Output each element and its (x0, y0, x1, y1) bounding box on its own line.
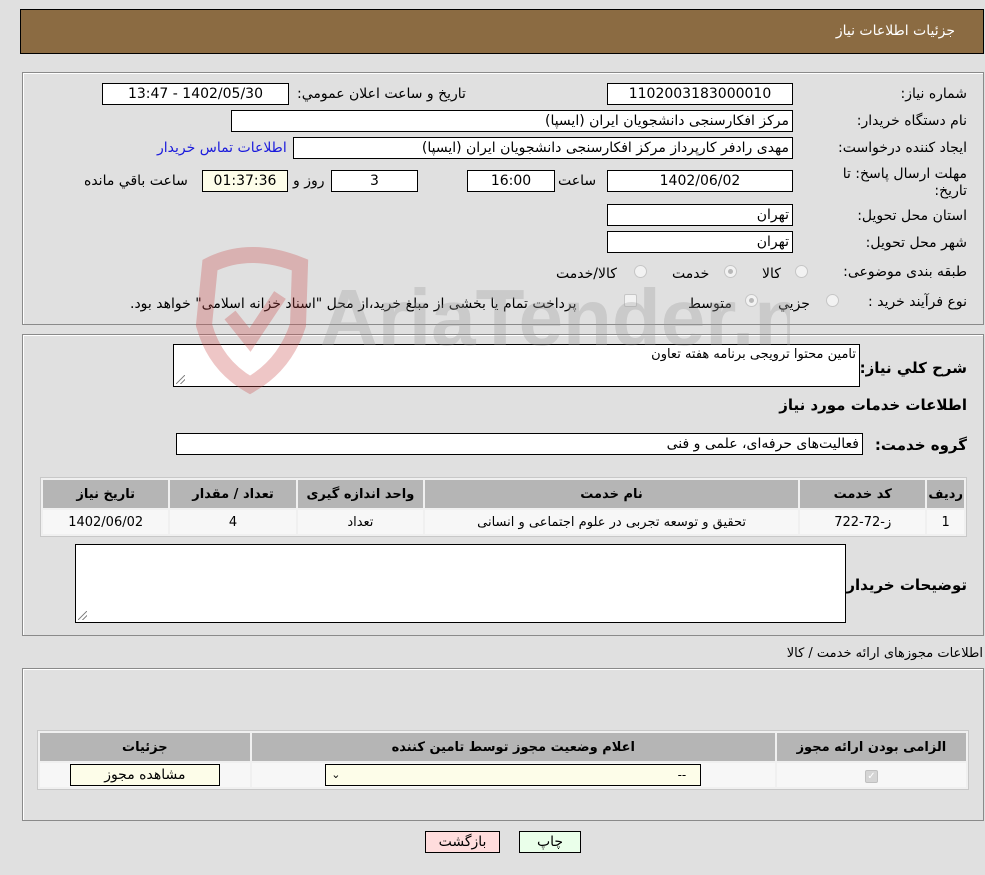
buyer-contact-link[interactable]: اطلاعات تماس خریدار (157, 140, 287, 156)
cell-quantity: 4 (170, 510, 296, 534)
col-need-date: تاریخ نیاز (43, 480, 169, 508)
deadline-date-field: 1402/06/02 (607, 170, 793, 192)
service-group-label: گروه خدمت: (874, 436, 967, 454)
col-unit: واحد اندازه گیری (297, 480, 424, 508)
remaining-time-field: 01:37:36 (202, 170, 288, 192)
services-table-header: ردیف کد خدمت نام خدمت واحد اندازه گیری ت… (43, 480, 964, 508)
permit-row: ✓ -- ⌄ مشاهده مجوز (40, 763, 966, 787)
province-field: تهران (607, 204, 793, 226)
col-service-code: کد خدمت (800, 480, 926, 508)
cell-permit-status: -- ⌄ (251, 763, 775, 787)
cell-unit: تعداد (297, 510, 424, 534)
buyer-org-field: مرکز افکارسنجی دانشجویان ایران (ایسپا) (231, 110, 793, 132)
category-option-goods: کالا (762, 266, 781, 282)
col-permit-required: الزامی بودن ارائه مجوز (776, 733, 966, 761)
process-option-minor: جزيي (778, 296, 810, 312)
deadline-label-2: تاریخ: (934, 183, 967, 199)
col-quantity: تعداد / مقدار (170, 480, 296, 508)
col-row: ردیف (927, 480, 964, 508)
city-label: شهر محل تحویل: (865, 235, 967, 251)
page-title: جزئیات اطلاعات نیاز (835, 23, 955, 39)
buyer-org-label: نام دستگاه خریدار: (856, 113, 967, 129)
resize-handle-icon[interactable] (176, 375, 185, 384)
process-label: نوع فرآیند خرید : (868, 294, 967, 310)
need-number-field: 1102003183000010 (607, 83, 793, 105)
back-button[interactable]: بازگشت (425, 831, 500, 853)
buyer-notes-textarea[interactable] (75, 544, 846, 623)
process-option-medium: متوسط (688, 296, 732, 312)
cell-need-date: 1402/06/02 (43, 510, 169, 534)
time-label: ساعت (558, 173, 597, 189)
permits-heading: اطلاعات مجوزهای ارائه خدمت / کالا (786, 646, 983, 661)
view-permit-button[interactable]: مشاهده مجوز (69, 764, 220, 786)
col-permit-status: اعلام وضعیت مجوز توسط تامین کننده (251, 733, 775, 761)
category-option-service: خدمت (672, 266, 710, 282)
treasury-checkbox-label: پرداخت تمام یا بخشی از مبلغ خرید،از محل … (130, 296, 577, 312)
description-label: شرح کلي نياز: (859, 359, 967, 377)
print-button[interactable]: چاپ (519, 831, 581, 853)
cell-service-code: ز-72-722 (800, 510, 926, 534)
permits-table: الزامی بودن ارائه مجوز اعلام وضعیت مجوز … (37, 730, 969, 790)
creator-field: مهدی رادفر کارپرداز مرکز افکارسنجی دانشج… (293, 137, 793, 159)
cell-permit-details: مشاهده مجوز (40, 763, 250, 787)
days-label: روز و (293, 173, 325, 189)
process-radio-minor[interactable] (826, 294, 839, 307)
province-label: استان محل تحویل: (857, 208, 967, 224)
category-radio-goods-service[interactable] (634, 265, 647, 278)
remaining-label: ساعت باقي مانده (84, 173, 188, 189)
category-radio-goods[interactable] (795, 265, 808, 278)
permit-required-checkbox: ✓ (864, 769, 878, 783)
page-header: جزئیات اطلاعات نیاز (20, 9, 984, 54)
announce-field: 1402/05/30 - 13:47 (102, 83, 289, 105)
days-field: 3 (331, 170, 418, 192)
description-textarea[interactable]: تامین محتوا ترویجی برنامه هفته تعاون (173, 344, 860, 387)
service-group-field: فعالیت‌های حرفه‌ای، علمی و فنی (176, 433, 863, 455)
announce-label: تاریخ و ساعت اعلان عمومي: (297, 86, 466, 102)
chevron-down-icon: ⌄ (331, 768, 341, 781)
category-option-goods-service: کالا/خدمت (556, 266, 617, 282)
creator-label: ایجاد کننده درخواست: (838, 140, 967, 156)
treasury-checkbox[interactable] (624, 294, 637, 307)
deadline-time-field: 16:00 (467, 170, 555, 192)
services-heading: اطلاعات خدمات مورد نیاز (779, 396, 967, 414)
cell-row: 1 (927, 510, 964, 534)
category-radio-service[interactable] (724, 265, 737, 278)
need-number-label: شماره نیاز: (900, 86, 968, 102)
deadline-label: مهلت ارسال پاسخ: تا (842, 166, 967, 182)
table-row: 1 ز-72-722 تحقیق و توسعه تجربی در علوم ا… (43, 510, 964, 534)
cell-permit-required: ✓ (776, 763, 966, 787)
cell-service-name: تحقیق و توسعه تجربی در علوم اجتماعی و ان… (425, 510, 799, 534)
permit-status-value: -- (677, 768, 687, 782)
permit-status-select[interactable]: -- ⌄ (325, 764, 702, 786)
process-radio-medium[interactable] (745, 294, 758, 307)
services-table: ردیف کد خدمت نام خدمت واحد اندازه گیری ت… (40, 477, 967, 537)
permits-table-header: الزامی بودن ارائه مجوز اعلام وضعیت مجوز … (40, 733, 966, 761)
description-text: تامین محتوا ترویجی برنامه هفته تعاون (651, 347, 856, 362)
resize-handle-icon[interactable] (78, 611, 87, 620)
category-label: طبقه بندی موضوعی: (843, 264, 967, 280)
col-service-name: نام خدمت (425, 480, 799, 508)
city-field: تهران (607, 231, 793, 253)
buyer-notes-label: توضیحات خریدار: (840, 576, 967, 594)
col-permit-details: جزئیات (40, 733, 250, 761)
